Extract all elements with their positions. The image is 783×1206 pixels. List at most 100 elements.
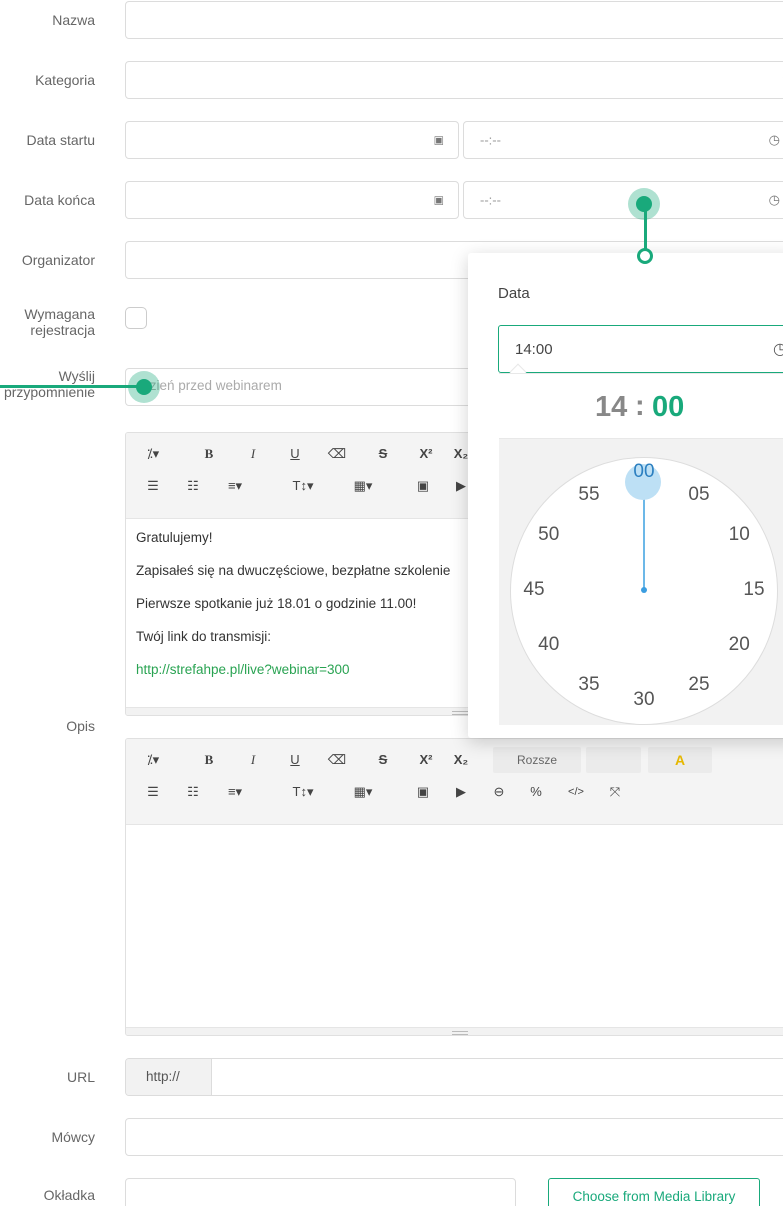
speakers-label: Mówcy — [51, 1129, 95, 1145]
clock-separator: : — [635, 390, 645, 422]
resize-handle[interactable] — [126, 1027, 783, 1035]
start-time-input[interactable]: --:-- ◷ — [463, 121, 783, 159]
clock-icon: ◷ — [768, 192, 780, 207]
organizer-label: Organizator — [21, 252, 95, 268]
underline-button[interactable]: U — [278, 745, 312, 775]
align-button[interactable]: ≡▾ — [218, 471, 252, 501]
end-date-input[interactable]: ▣ — [125, 181, 459, 219]
clock-minute-40[interactable]: 40 — [531, 633, 567, 657]
superscript-button[interactable]: X² — [409, 745, 443, 775]
image-button[interactable]: ▣ — [406, 471, 440, 501]
clock-minute[interactable]: 00 — [652, 374, 684, 440]
unlink-button[interactable]: % — [519, 777, 553, 807]
end-time-placeholder: --:-- — [480, 192, 501, 208]
ordered-list-button[interactable]: ☷ — [176, 471, 210, 501]
name-input[interactable] — [125, 1, 783, 39]
font-color-button[interactable] — [586, 747, 641, 773]
link-button[interactable]: ⊖ — [482, 777, 516, 807]
magic-button[interactable]: ⁒▾ — [136, 745, 170, 775]
clock-minute-35[interactable]: 35 — [571, 673, 607, 697]
url-prefix-addon: http:// — [126, 1059, 212, 1095]
registration-label-line2: rejestracja — [30, 322, 95, 338]
magic-button[interactable]: ⁒▾ — [136, 439, 170, 469]
cover-label: Okładka — [43, 1187, 95, 1203]
end-date-label: Data końca — [24, 192, 95, 208]
italic-button[interactable]: I — [236, 439, 270, 469]
strike-button[interactable]: S — [366, 439, 400, 469]
choose-media-button[interactable]: Choose from Media Library — [548, 1178, 760, 1206]
highlight-button[interactable]: A — [648, 747, 712, 773]
picker-time-value: 14:00 — [515, 341, 553, 358]
code-view-button[interactable]: </> — [559, 777, 593, 807]
annotation-ring-top — [637, 248, 653, 264]
subscript-button[interactable]: X₂ — [444, 745, 478, 775]
clock-minute-25[interactable]: 25 — [681, 673, 717, 697]
eraser-button[interactable]: ⌫ — [320, 745, 354, 775]
url-input[interactable] — [212, 1059, 783, 1095]
registration-label: Wymagana rejestracja — [24, 306, 95, 338]
clock-minute-10[interactable]: 10 — [721, 523, 757, 547]
clock-minute-30[interactable]: 30 — [626, 688, 662, 712]
toolbar-row-1: ⁒▾ B I U ⌫ S X² X₂ Rozsze A — [126, 745, 783, 775]
clock-icon: ◷ — [768, 132, 780, 147]
picker-time-input[interactable]: 14:00 ◷ — [498, 325, 783, 373]
name-label: Nazwa — [52, 12, 95, 28]
clock-minute-15[interactable]: 15 — [736, 578, 772, 602]
superscript-button[interactable]: X² — [409, 439, 443, 469]
reminder-label-line1: Wyślij — [58, 368, 95, 384]
image-button[interactable]: ▣ — [406, 777, 440, 807]
calendar-icon: ▣ — [433, 194, 444, 207]
video-button[interactable]: ▶ — [444, 777, 478, 807]
cover-input[interactable] — [125, 1178, 516, 1206]
annotation-dot-left-inner — [136, 379, 152, 395]
description-label: Opis — [66, 718, 95, 734]
url-input-group: http:// — [125, 1058, 783, 1096]
clock-minute-55[interactable]: 55 — [571, 483, 607, 507]
align-button[interactable]: ≡▾ — [218, 777, 252, 807]
strike-button[interactable]: S — [366, 745, 400, 775]
clock-minute-05[interactable]: 05 — [681, 483, 717, 507]
underline-button[interactable]: U — [278, 439, 312, 469]
heading-style-label: Rozsze — [516, 753, 557, 767]
clock-icon: ◷ — [773, 341, 783, 358]
reminder-placeholder: Dzień przed webinarem — [140, 378, 282, 393]
end-time-input[interactable]: --:-- ◷ — [463, 181, 783, 219]
clock-header: 14 : 00 — [499, 373, 783, 439]
editor-toolbar: ⁒▾ B I U ⌫ S X² X₂ Rozsze A ☰ ☷ ≡▾ T↕▾ ▦… — [126, 739, 783, 825]
annotation-dot-top-inner — [636, 196, 652, 212]
clock-hour[interactable]: 14 — [595, 374, 627, 440]
ordered-list-button[interactable]: ☷ — [176, 777, 210, 807]
start-date-label: Data startu — [26, 132, 95, 148]
start-date-input[interactable]: ▣ — [125, 121, 459, 159]
table-button[interactable]: ▦▾ — [346, 777, 380, 807]
clock-center-dot — [641, 587, 647, 593]
eraser-button[interactable]: ⌫ — [320, 439, 354, 469]
italic-button[interactable]: I — [236, 745, 270, 775]
font-size-button[interactable]: T↕▾ — [286, 777, 320, 807]
heading-style-button[interactable]: Rozsze — [493, 747, 581, 773]
bold-button[interactable]: B — [192, 745, 226, 775]
bullet-list-button[interactable]: ☰ — [136, 777, 170, 807]
font-size-button[interactable]: T↕▾ — [286, 471, 320, 501]
bold-button[interactable]: B — [192, 439, 226, 469]
picker-title: Data — [498, 285, 530, 302]
description-editor[interactable]: ⁒▾ B I U ⌫ S X² X₂ Rozsze A ☰ ☷ ≡▾ T↕▾ ▦… — [125, 738, 783, 1036]
speakers-input[interactable] — [125, 1118, 783, 1156]
url-label: URL — [66, 1069, 95, 1085]
annotation-line-left — [0, 385, 140, 388]
category-select[interactable]: ▼ — [125, 61, 783, 99]
bullet-list-button[interactable]: ☰ — [136, 471, 170, 501]
url-prefix-text: http:// — [146, 1069, 180, 1084]
calendar-icon: ▣ — [433, 134, 444, 147]
description-editor-content[interactable] — [126, 825, 783, 1025]
clock-minute-00[interactable]: 00 — [626, 460, 662, 484]
clock-hand — [643, 494, 645, 589]
clock-minute-20[interactable]: 20 — [721, 633, 757, 657]
toolbar-row-2: ☰ ☷ ≡▾ T↕▾ ▦▾ ▣ ▶ ⊖ % </> ⤧ — [126, 777, 783, 807]
clock-minute-45[interactable]: 45 — [516, 578, 552, 602]
table-button[interactable]: ▦▾ — [346, 471, 380, 501]
clock-minute-50[interactable]: 50 — [531, 523, 567, 547]
fullscreen-button[interactable]: ⤧ — [598, 777, 632, 807]
start-time-placeholder: --:-- — [480, 132, 501, 148]
registration-checkbox[interactable] — [125, 307, 147, 329]
